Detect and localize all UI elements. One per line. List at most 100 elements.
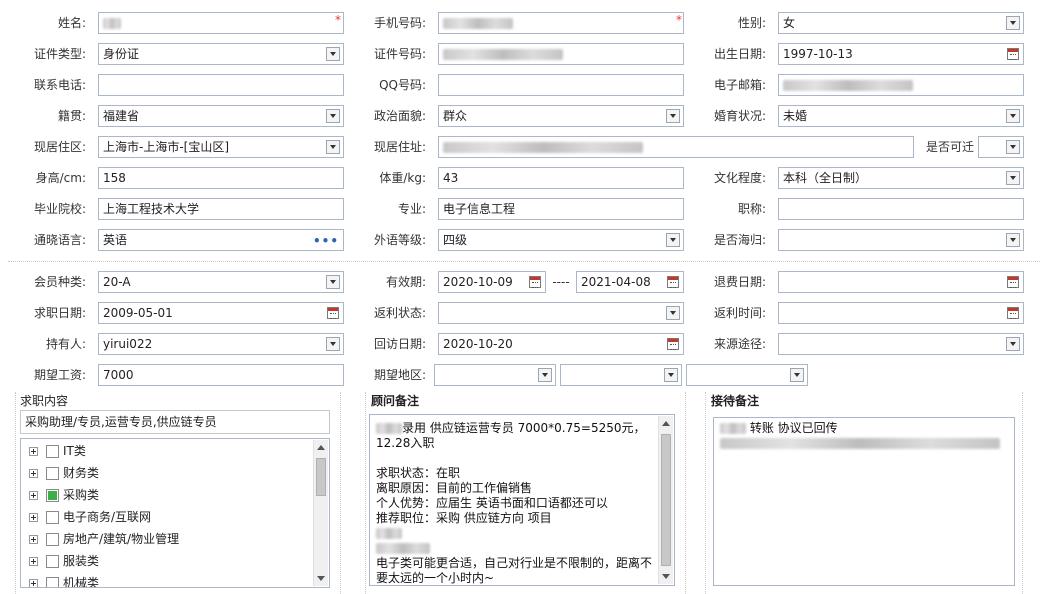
source-select[interactable]: [778, 333, 1024, 355]
checkbox[interactable]: [46, 467, 59, 480]
chevron-down-icon[interactable]: [1006, 16, 1020, 30]
chevron-down-icon[interactable]: [666, 233, 680, 247]
chevron-down-icon[interactable]: [1006, 140, 1020, 154]
relocate-select[interactable]: [978, 136, 1024, 158]
chevron-down-icon[interactable]: [326, 275, 340, 289]
job-category-tree[interactable]: IT类 财务类 采购类 电子商务/互联网 房地产/建筑/物业管理 服装类 机械类: [20, 438, 330, 588]
scrollbar[interactable]: [658, 416, 673, 584]
expand-icon[interactable]: [29, 513, 38, 522]
qq-field[interactable]: [438, 74, 684, 96]
chevron-down-icon[interactable]: [1006, 337, 1020, 351]
chevron-down-icon[interactable]: [666, 306, 680, 320]
scroll-up-icon[interactable]: [317, 445, 325, 450]
calendar-icon[interactable]: [529, 276, 541, 288]
region-province-select[interactable]: [434, 364, 556, 386]
id-type-select[interactable]: 身份证: [98, 43, 344, 65]
language-value: 英语: [103, 233, 128, 247]
holder-select[interactable]: yirui022: [98, 333, 344, 355]
major-field[interactable]: 电子信息工程: [438, 198, 684, 220]
chevron-down-icon[interactable]: [1006, 109, 1020, 123]
residence-address-field[interactable]: [438, 136, 914, 158]
reception-notes-textarea[interactable]: 转账 协议已回传: [713, 417, 1015, 586]
checkbox[interactable]: [46, 511, 59, 524]
tree-item-finance[interactable]: 财务类: [29, 463, 99, 483]
birth-date-field[interactable]: 1997-10-13: [778, 43, 1024, 65]
refund-date-field[interactable]: [778, 271, 1024, 293]
valid-to-field[interactable]: 2021-04-08: [576, 271, 684, 293]
gender-select[interactable]: 女: [778, 12, 1024, 34]
scroll-down-icon[interactable]: [662, 574, 670, 579]
checkbox-checked[interactable]: [46, 489, 59, 502]
school-field[interactable]: 上海工程技术大学: [98, 198, 344, 220]
expand-icon[interactable]: [29, 491, 38, 500]
chevron-down-icon[interactable]: [1006, 233, 1020, 247]
rebate-status-select[interactable]: [438, 302, 684, 324]
education-select[interactable]: 本科（全日制）: [778, 167, 1024, 189]
checkbox[interactable]: [46, 533, 59, 546]
expand-icon[interactable]: [29, 557, 38, 566]
weight-field[interactable]: 43: [438, 167, 684, 189]
chevron-down-icon[interactable]: [790, 368, 804, 382]
calendar-icon[interactable]: [1007, 307, 1019, 319]
scroll-down-icon[interactable]: [317, 576, 325, 581]
calendar-icon[interactable]: [667, 276, 679, 288]
expand-icon[interactable]: [29, 579, 38, 587]
chevron-down-icon[interactable]: [326, 140, 340, 154]
more-icon[interactable]: •••: [313, 235, 339, 247]
valid-from-field[interactable]: 2020-10-09: [438, 271, 546, 293]
calendar-icon[interactable]: [667, 338, 679, 350]
expand-icon[interactable]: [29, 447, 38, 456]
chevron-down-icon[interactable]: [664, 368, 678, 382]
tree-item-realestate[interactable]: 房地产/建筑/物业管理: [29, 529, 179, 549]
job-content-summary[interactable]: 采购助理/专员,运营专员,供应链专员: [20, 410, 330, 434]
rebate-time-field[interactable]: [778, 302, 1024, 324]
tree-item-it[interactable]: IT类: [29, 441, 86, 461]
tree-item-ecommerce[interactable]: 电子商务/互联网: [29, 507, 151, 527]
calendar-icon[interactable]: [1007, 48, 1019, 60]
job-date-field[interactable]: 2009-05-01: [98, 302, 344, 324]
chevron-down-icon[interactable]: [326, 337, 340, 351]
chevron-down-icon[interactable]: [1006, 171, 1020, 185]
region-city-select[interactable]: [560, 364, 682, 386]
residence-address-label: 现居住址:: [373, 140, 426, 154]
tree-item-machinery[interactable]: 机械类: [29, 573, 99, 587]
language-field[interactable]: 英语 •••: [98, 229, 344, 251]
salary-field[interactable]: 7000: [98, 364, 344, 386]
tree-item-apparel[interactable]: 服装类: [29, 551, 99, 571]
reception-notes-title: 接待备注: [711, 394, 760, 408]
native-place-select[interactable]: 福建省: [98, 105, 344, 127]
chevron-down-icon[interactable]: [326, 47, 340, 61]
checkbox[interactable]: [46, 577, 59, 587]
email-field[interactable]: [778, 74, 1024, 96]
chevron-down-icon[interactable]: [666, 109, 680, 123]
scroll-up-icon[interactable]: [662, 421, 670, 426]
checkbox[interactable]: [46, 445, 59, 458]
phone-field[interactable]: [438, 12, 684, 34]
advisor-notes-textarea[interactable]: 录用 供应链运营专员 7000*0.75=5250元， 12.28入职 求职状态…: [369, 414, 675, 586]
calendar-icon[interactable]: [1007, 276, 1019, 288]
language-level-select[interactable]: 四级: [438, 229, 684, 251]
expand-icon[interactable]: [29, 469, 38, 478]
residence-area-select[interactable]: 上海市-上海市-[宝山区]: [98, 136, 344, 158]
political-select[interactable]: 群众: [438, 105, 684, 127]
marital-select[interactable]: 未婚: [778, 105, 1024, 127]
scrollbar[interactable]: [313, 440, 328, 586]
chevron-down-icon[interactable]: [326, 109, 340, 123]
overseas-select[interactable]: [778, 229, 1024, 251]
expand-icon[interactable]: [29, 535, 38, 544]
id-number-field[interactable]: [438, 43, 684, 65]
valid-separator: ----: [552, 275, 570, 289]
scroll-thumb[interactable]: [316, 458, 326, 496]
member-type-select[interactable]: 20-A: [98, 271, 344, 293]
job-title-field[interactable]: [778, 198, 1024, 220]
contact-phone-field[interactable]: [98, 74, 344, 96]
checkbox[interactable]: [46, 555, 59, 568]
name-field[interactable]: [98, 12, 344, 34]
tree-item-purchasing[interactable]: 采购类: [29, 485, 99, 505]
chevron-down-icon[interactable]: [538, 368, 552, 382]
region-district-select[interactable]: [686, 364, 808, 386]
scroll-thumb[interactable]: [661, 434, 671, 566]
height-field[interactable]: 158: [98, 167, 344, 189]
visit-date-field[interactable]: 2020-10-20: [438, 333, 684, 355]
calendar-icon[interactable]: [327, 307, 339, 319]
